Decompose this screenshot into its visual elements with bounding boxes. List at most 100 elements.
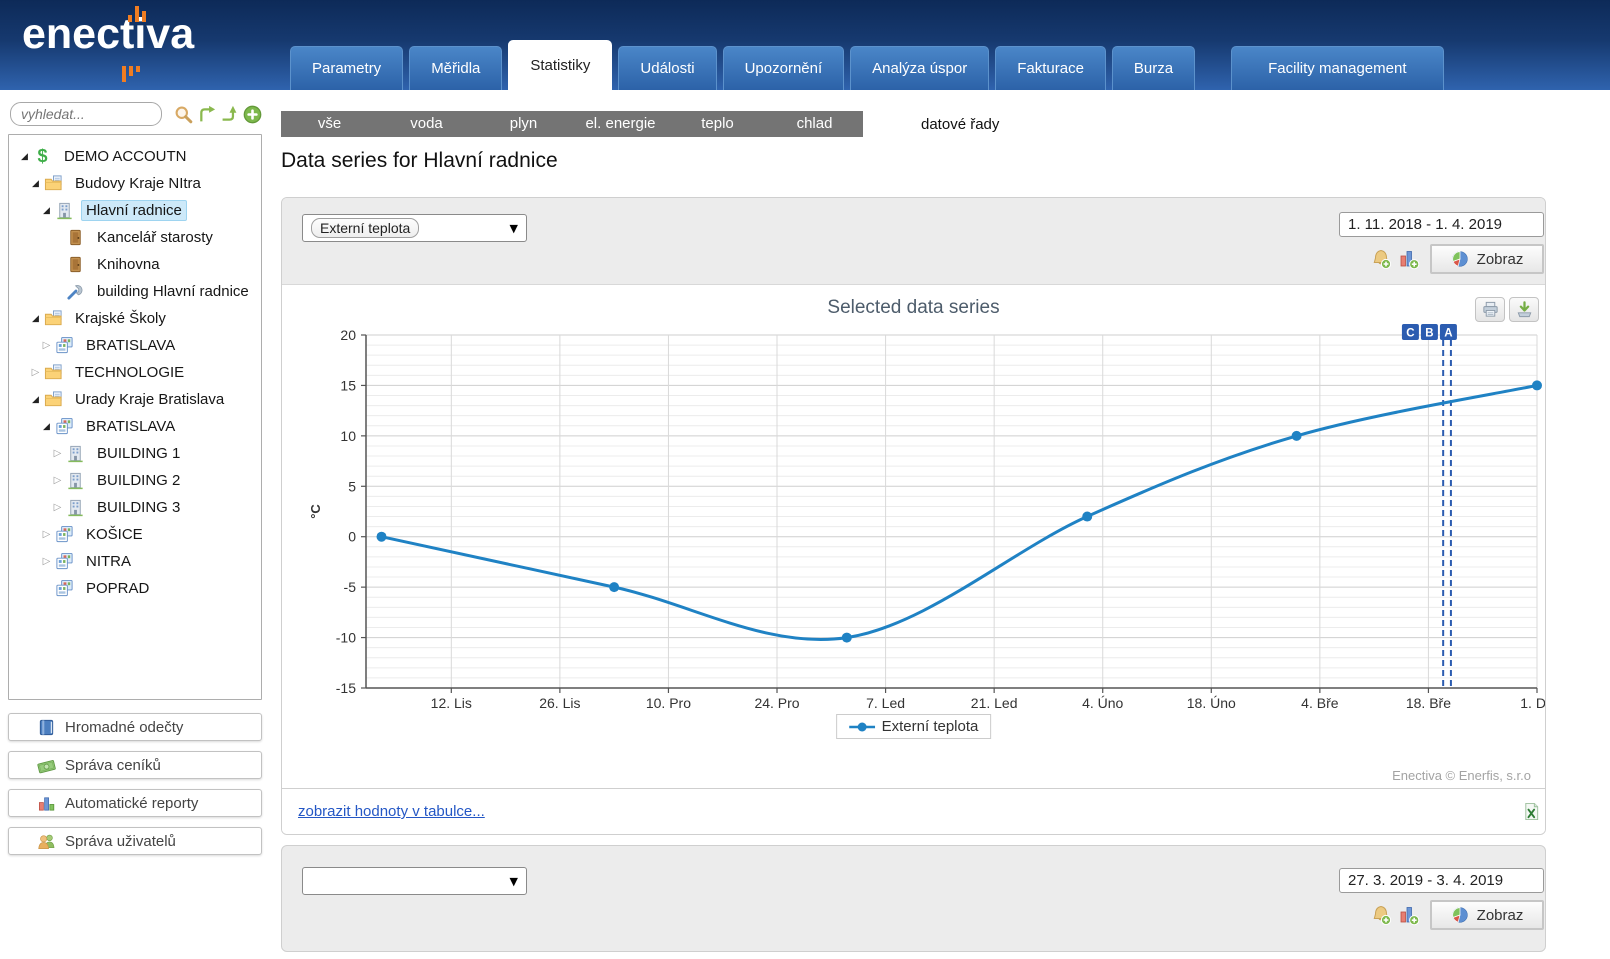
tab-ud-losti[interactable]: Události xyxy=(618,46,716,90)
tree-item-technologie[interactable]: ▷ TECHNOLOGIE xyxy=(11,359,259,386)
tree-expander-icon[interactable]: ▷ xyxy=(39,556,54,567)
tree-expander-icon[interactable]: ▷ xyxy=(50,475,65,486)
tree-expander-icon[interactable]: ◢ xyxy=(28,314,43,324)
sidebar-button-spr-va-cen-k[interactable]: Správa ceníků xyxy=(8,751,262,779)
series-panel: Externí teplota ▼ Zobraz xyxy=(282,198,1545,285)
series-dropdown[interactable]: Externí teplota ▼ xyxy=(302,214,527,242)
tree-item-building-2[interactable]: ▷BUILDING 2 xyxy=(11,467,259,494)
y-axis-label: °C xyxy=(308,504,323,519)
subnav-item-v-e[interactable]: vše xyxy=(281,111,378,137)
tree-expander-icon[interactable]: ◢ xyxy=(39,422,54,432)
subnav-item-datove-rady[interactable]: datové řady xyxy=(921,116,999,133)
date-range-input[interactable] xyxy=(1339,212,1544,237)
chart-legend[interactable]: Externí teplota xyxy=(836,714,992,739)
svg-text:24. Pro: 24. Pro xyxy=(754,695,799,711)
tree-item-building-hlavn-radnice[interactable]: building Hlavní radnice xyxy=(11,278,259,305)
building-icon xyxy=(66,471,85,490)
subnav-item-chlad[interactable]: chlad xyxy=(766,111,863,137)
subnav-item-el-energie[interactable]: el. energie xyxy=(572,111,669,137)
wrench-icon xyxy=(66,282,85,301)
data-point[interactable] xyxy=(842,633,852,643)
tree-expander-icon[interactable]: ▷ xyxy=(39,340,54,351)
add-report-icon[interactable] xyxy=(1398,904,1420,926)
data-point[interactable] xyxy=(377,532,387,542)
branch-arrow-right-icon[interactable] xyxy=(197,104,216,125)
tree-item-kancel-starosty[interactable]: Kancelář starosty xyxy=(11,224,259,251)
tab-anal-za-spor[interactable]: Analýza úspor xyxy=(850,46,989,90)
svg-text:26. Lis: 26. Lis xyxy=(539,695,580,711)
tree-expander-icon[interactable]: ▷ xyxy=(28,367,43,378)
tree-expander-icon[interactable]: ◢ xyxy=(28,179,43,189)
tree-item-building-1[interactable]: ▷BUILDING 1 xyxy=(11,440,259,467)
tree-item-bratislava[interactable]: ◢BRATISLAVA xyxy=(11,413,259,440)
sidebar-button-label: Automatické reporty xyxy=(65,795,198,812)
add-alert-icon[interactable] xyxy=(1370,904,1392,926)
city-icon xyxy=(55,525,74,544)
chart-tools xyxy=(1475,297,1539,322)
tree-item-label: BUILDING 3 xyxy=(92,497,185,518)
users-icon xyxy=(37,832,56,851)
data-point[interactable] xyxy=(1082,512,1092,522)
sidebar-button-automatick-reporty[interactable]: Automatické reporty xyxy=(8,789,262,817)
money-icon xyxy=(37,756,56,775)
building-icon xyxy=(55,201,74,220)
chart-title: Selected data series xyxy=(282,297,1545,319)
sidebar-button-spr-va-u-ivatel[interactable]: Správa uživatelů xyxy=(8,827,262,855)
tab-statistiky[interactable]: Statistiky xyxy=(508,40,612,90)
tree-item-nitra[interactable]: ▷NITRA xyxy=(11,548,259,575)
tree-expander-icon[interactable]: ▷ xyxy=(50,448,65,459)
tree-item-poprad[interactable]: POPRAD xyxy=(11,575,259,602)
city-icon xyxy=(55,417,74,436)
add-circle-icon[interactable] xyxy=(243,104,262,125)
print-chart-button[interactable] xyxy=(1475,297,1505,322)
subnav-item-voda[interactable]: voda xyxy=(378,111,475,137)
tab-parametry[interactable]: Parametry xyxy=(290,46,403,90)
tab-facility-management[interactable]: Facility management xyxy=(1231,46,1443,90)
data-point[interactable] xyxy=(1532,380,1542,390)
tree-expander-icon[interactable]: ◢ xyxy=(39,206,54,216)
sidebar-button-hromadn-ode-ty[interactable]: Hromadné odečty xyxy=(8,713,262,741)
tree-expander-icon[interactable]: ◢ xyxy=(28,395,43,405)
add-alert-icon[interactable] xyxy=(1370,248,1392,270)
pie-chart-icon xyxy=(1451,906,1469,924)
tab-m-idla[interactable]: Měřidla xyxy=(409,46,502,90)
legend-marker-icon xyxy=(849,721,875,733)
tree-item-bratislava[interactable]: ▷BRATISLAVA xyxy=(11,332,259,359)
second-series-dropdown[interactable]: ▼ xyxy=(302,867,527,895)
table-values-link[interactable]: zobrazit hodnoty v tabulce... xyxy=(298,803,485,820)
tree-expander-icon[interactable]: ▷ xyxy=(50,502,65,513)
app-logo[interactable]: enectiva xyxy=(22,10,194,59)
tree-item-hlavn-radnice[interactable]: ◢Hlavní radnice xyxy=(11,197,259,224)
below-chart-row: zobrazit hodnoty v tabulce... xyxy=(282,789,1545,834)
door-icon xyxy=(66,228,85,247)
excel-export-icon[interactable] xyxy=(1522,802,1541,821)
tree-item-building-3[interactable]: ▷ BUILDING 3 xyxy=(11,494,259,521)
tree-item-label: TECHNOLOGIE xyxy=(70,362,189,383)
second-date-range-input[interactable] xyxy=(1339,868,1544,893)
search-input[interactable] xyxy=(10,102,162,126)
tree-item-knihovna[interactable]: Knihovna xyxy=(11,251,259,278)
tree-item-urady-kraje-bratislava[interactable]: ◢Urady Kraje Bratislava xyxy=(11,386,259,413)
tab-burza[interactable]: Burza xyxy=(1112,46,1195,90)
branch-arrow-up-icon[interactable] xyxy=(220,104,239,125)
data-point[interactable] xyxy=(609,582,619,592)
subnav-item-teplo[interactable]: teplo xyxy=(669,111,766,137)
second-zobraz-button[interactable]: Zobraz xyxy=(1430,900,1544,930)
svg-text:10. Pro: 10. Pro xyxy=(646,695,691,711)
tree-item-ko-ice[interactable]: ▷ KOŠICE xyxy=(11,521,259,548)
download-chart-button[interactable] xyxy=(1509,297,1539,322)
search-icon[interactable] xyxy=(174,104,193,125)
tree-expander-icon[interactable]: ◢ xyxy=(17,152,32,162)
series-actions: Zobraz xyxy=(1370,244,1544,274)
add-report-icon[interactable] xyxy=(1398,248,1420,270)
tree-item-krajsk-koly[interactable]: ◢Krajské Školy xyxy=(11,305,259,332)
tree-item-budovy-kraje-nitra[interactable]: ◢Budovy Kraje NItra xyxy=(11,170,259,197)
data-point[interactable] xyxy=(1292,431,1302,441)
subnav-item-plyn[interactable]: plyn xyxy=(475,111,572,137)
zobraz-button[interactable]: Zobraz xyxy=(1430,244,1544,274)
tree-item-label: KOŠICE xyxy=(81,524,148,545)
tab-upozorn-n[interactable]: Upozornění xyxy=(723,46,845,90)
tree-expander-icon[interactable]: ▷ xyxy=(39,529,54,540)
tab-fakturace[interactable]: Fakturace xyxy=(995,46,1106,90)
tree-item-demo-accoutn[interactable]: ◢$DEMO ACCOUTN xyxy=(11,143,259,170)
